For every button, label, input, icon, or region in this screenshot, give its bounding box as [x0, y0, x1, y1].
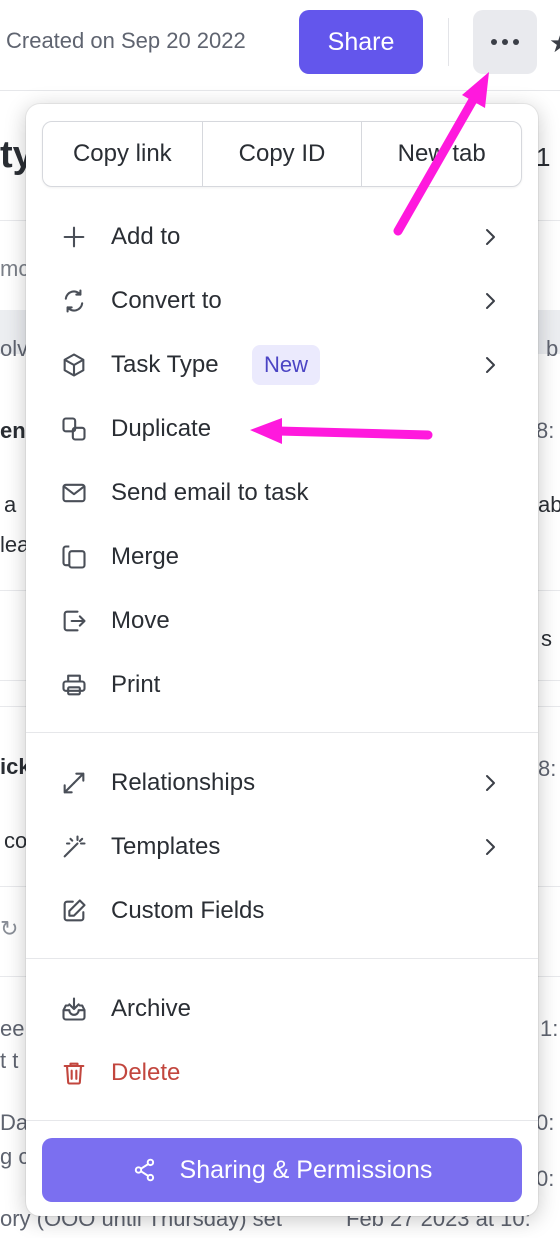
duplicate-icon	[60, 415, 88, 443]
menu-item-label: Relationships	[111, 769, 256, 796]
menu-item-label: Archive	[111, 995, 192, 1022]
menu-divider	[26, 1120, 538, 1121]
relationships-icon	[60, 769, 88, 797]
star-icon[interactable]: ★	[549, 28, 560, 59]
chevron-right-icon	[486, 839, 495, 855]
copy-id-button[interactable]: Copy ID	[203, 122, 363, 186]
bg-fragment: 0:	[536, 1110, 555, 1135]
bg-fragment: ab	[538, 492, 560, 517]
chevron-right-icon	[486, 293, 495, 309]
bg-fragment: a	[4, 492, 17, 517]
menu-item-relationships[interactable]: Relationships	[26, 755, 538, 811]
share-button[interactable]: Share	[299, 10, 423, 74]
menu-item-add-to[interactable]: Add to	[26, 209, 538, 265]
menu-item-label: Delete	[111, 1059, 181, 1086]
new-badge: New	[252, 345, 321, 385]
bg-fragment: olv	[0, 336, 29, 361]
move-icon	[60, 607, 88, 635]
menu-item-delete[interactable]: Delete	[26, 1045, 538, 1101]
new-tab-button[interactable]: New tab	[362, 122, 521, 186]
menu-item-task-type[interactable]: Task Type New	[26, 337, 538, 393]
more-horizontal-icon	[491, 39, 497, 45]
menu-item-convert-to[interactable]: Convert to	[26, 273, 538, 329]
created-date: Created on Sep 20 2022	[6, 28, 246, 53]
menu-item-move[interactable]: Move	[26, 593, 538, 649]
chevron-right-icon	[486, 357, 495, 373]
bg-fragment: lea	[0, 532, 30, 557]
menu-item-label: Move	[111, 607, 170, 634]
menu-item-label: Task Type	[111, 351, 219, 378]
task-options-menu: Copy link Copy ID New tab Add to Convert…	[26, 104, 538, 1216]
divider	[448, 18, 449, 66]
chevron-right-icon	[486, 775, 495, 791]
magic-wand-icon	[60, 833, 88, 861]
merge-icon	[60, 543, 88, 571]
cube-icon	[60, 351, 88, 379]
menu-item-custom-fields[interactable]: Custom Fields	[26, 883, 538, 939]
sharing-permissions-button[interactable]: Sharing & Permissions	[42, 1138, 522, 1202]
menu-item-label: Send email to task	[111, 479, 309, 506]
plus-icon	[60, 223, 88, 251]
menu-item-merge[interactable]: Merge	[26, 529, 538, 585]
menu-item-send-email[interactable]: Send email to task	[26, 465, 538, 521]
bg-fragment: mc	[0, 256, 30, 281]
mail-icon	[60, 479, 88, 507]
bg-fragment: s	[541, 626, 552, 651]
copy-button-group: Copy link Copy ID New tab	[42, 121, 522, 187]
menu-item-templates[interactable]: Templates	[26, 819, 538, 875]
chevron-right-icon	[486, 229, 495, 245]
bg-fragment: 8:	[538, 756, 557, 781]
bg-fragment: 1	[536, 142, 551, 172]
menu-item-label: Templates	[111, 833, 221, 860]
menu-item-label: Duplicate	[111, 415, 212, 442]
menu-item-label: Merge	[111, 543, 180, 570]
menu-item-duplicate[interactable]: Duplicate	[26, 401, 538, 457]
menu-item-label: Custom Fields	[111, 897, 265, 924]
menu-item-label: Convert to	[111, 287, 222, 314]
bg-fragment: co	[4, 828, 28, 853]
bg-fragment: 8:	[536, 418, 555, 443]
top-bar: Created on Sep 20 2022 Share ★	[0, 0, 560, 91]
bg-refresh-icon: ↻	[0, 916, 19, 941]
bg-fragment: 0:	[536, 1166, 555, 1191]
menu-item-print[interactable]: Print	[26, 657, 538, 713]
more-options-button[interactable]	[473, 10, 537, 74]
edit-icon	[60, 897, 88, 925]
bg-fragment: t t	[0, 1048, 19, 1073]
menu-divider	[26, 958, 538, 959]
trash-icon	[60, 1059, 88, 1087]
bg-fragment: b	[546, 336, 559, 361]
bg-fragment: g c	[0, 1144, 30, 1169]
archive-icon	[60, 995, 88, 1023]
convert-icon	[60, 287, 88, 315]
copy-link-button[interactable]: Copy link	[43, 122, 203, 186]
menu-item-label: Add to	[111, 223, 181, 250]
bg-fragment: en	[0, 418, 26, 443]
printer-icon	[60, 671, 88, 699]
sharing-permissions-label: Sharing & Permissions	[179, 1155, 433, 1184]
bg-fragment: 1:	[540, 1016, 559, 1041]
menu-item-label: Print	[111, 671, 161, 698]
menu-item-archive[interactable]: Archive	[26, 981, 538, 1037]
menu-divider	[26, 732, 538, 733]
share-nodes-icon	[134, 1158, 154, 1182]
